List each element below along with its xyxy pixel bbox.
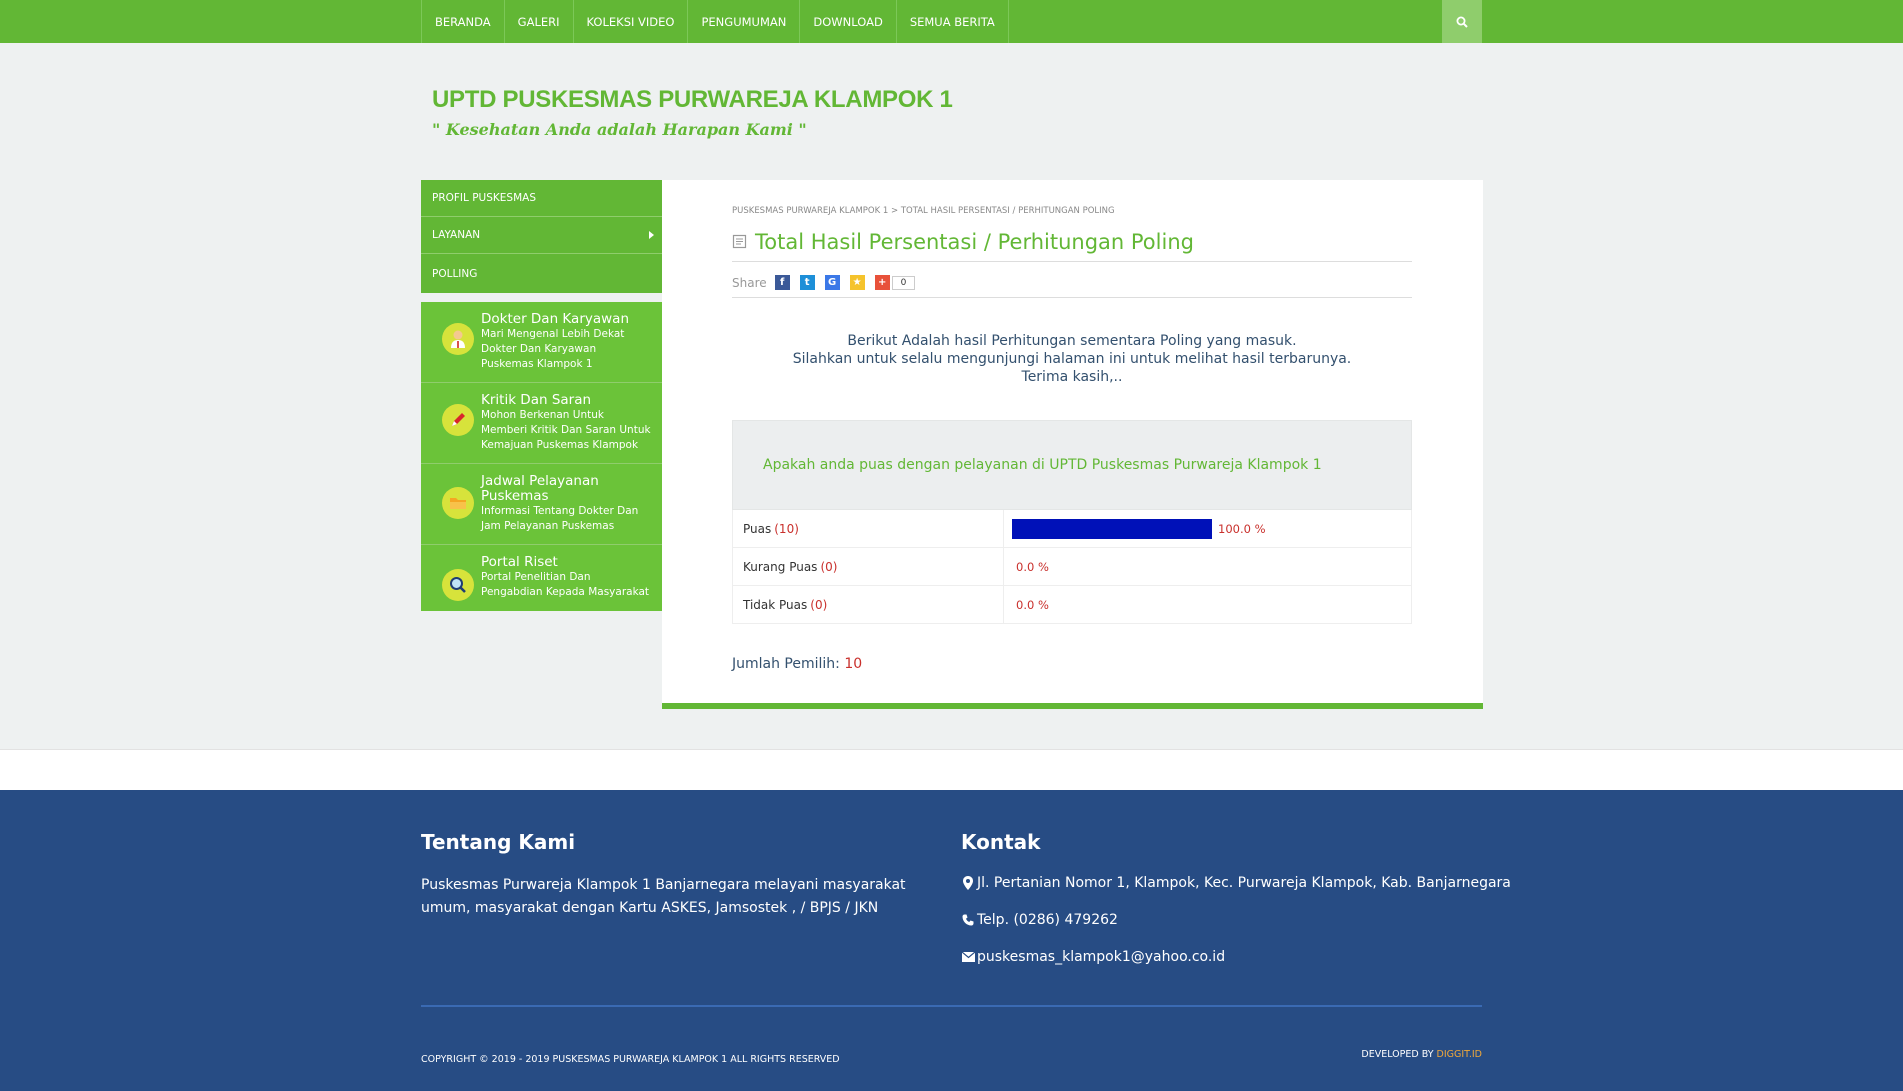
copyright: COPYRIGHT © 2019 - 2019 PUSKESMAS PURWAR… [421,1054,840,1065]
site-tagline: " Kesehatan Anda adalah Harapan Kami " [432,120,807,139]
poll-option-count: (0) [810,597,828,612]
about-text: Puskesmas Purwareja Klampok 1 Banjarnega… [421,877,906,916]
poll-value: 0.0 % [1004,586,1411,623]
favorite-star-icon[interactable]: ★ [849,275,865,290]
poll-row: Tidak Puas (0) 0.0 % [732,586,1412,624]
developed-by: DEVELOPED BY DIGGIT.ID [1361,1049,1482,1060]
share-count: 0 [891,275,916,290]
sidebar-item-profil-puskesmas[interactable]: PROFIL PUSKESMAS [421,180,662,217]
nav-item-pengumuman[interactable]: PENGUMUMAN [688,0,801,43]
share-bar: Share f t G ★ + 0 [732,268,1412,298]
contact-title: Kontak [961,830,1041,854]
document-icon [732,234,747,249]
poll-value: 100.0 % [1004,510,1411,547]
page-title-text: Total Hasil Persentasi / Perhitungan Pol… [755,229,1194,254]
poll-option: Tidak Puas (0) [733,586,1004,623]
poll-row: Puas (10) 100.0 % [732,510,1412,548]
doctor-icon [442,323,474,355]
footer-spacer [0,749,1903,790]
sidebar-item-layanan[interactable]: LAYANAN [421,217,662,254]
poll-option-label: Puas [743,521,772,536]
card-desc: Mohon Berkenan Untuk Memberi Kritik Dan … [481,409,651,451]
poll-row: Kurang Puas (0) 0.0 % [732,548,1412,586]
share-label: Share [732,275,767,290]
card-portal-riset[interactable]: Portal Riset Portal Penelitian Dan Penga… [421,545,662,611]
nav-item-koleksi-video[interactable]: KOLEKSI VIDEO [574,0,689,43]
card-title: Dokter Dan Karyawan [481,311,629,327]
voter-total: Jumlah Pemilih: 10 [732,656,862,672]
breadcrumb[interactable]: PUSKESMAS PURWAREJA KLAMPOK 1 > TOTAL HA… [732,206,1115,216]
card-title: Portal Riset [481,554,558,570]
nav-item-semua-berita[interactable]: SEMUA BERITA [897,0,1009,43]
envelope-icon [961,950,975,964]
caret-right-icon [649,231,654,239]
poll-question: Apakah anda puas dengan pelayanan di UPT… [732,420,1412,510]
contact-phone: Telp. (0286) 479262 [961,912,1118,928]
poll-option-label: Tidak Puas [743,597,808,612]
google-icon[interactable]: G [824,275,840,290]
sidebar-item-label: POLLING [432,267,478,280]
contact-phone-text: Telp. (0286) 479262 [977,912,1118,928]
pencil-icon [442,404,474,436]
card-desc: Informasi Tentang Dokter Dan Jam Pelayan… [481,505,639,532]
sidebar-item-label: LAYANAN [432,229,481,241]
main-content: PUSKESMAS PURWAREJA KLAMPOK 1 > TOTAL HA… [662,180,1483,709]
footer-divider [421,1005,1482,1007]
developed-by-label: DEVELOPED BY [1361,1049,1434,1060]
card-jadwal-pelayanan[interactable]: Jadwal Pelayanan Puskemas Informasi Tent… [421,464,662,545]
poll-intro: Berikut Adalah hasil Perhitungan sementa… [732,332,1412,386]
card-title: Kritik Dan Saran [481,392,592,408]
main-nav: BERANDA GALERI KOLEKSI VIDEO PENGUMUMAN … [421,0,1009,43]
poll-percent: 0.0 % [1016,559,1049,574]
nav-item-galeri[interactable]: GALERI [505,0,574,43]
about-title: Tentang Kami [421,830,576,854]
poll-option-label: Kurang Puas [743,559,818,574]
site-footer: Tentang Kami Puskesmas Purwareja Klampok… [0,790,1903,1091]
sidebar-item-polling[interactable]: POLLING [421,254,662,293]
poll-results-table: Apakah anda puas dengan pelayanan di UPT… [732,420,1412,624]
contact-address-text: Jl. Pertanian Nomor 1, Klampok, Kec. Pur… [977,875,1511,891]
phone-icon [961,913,975,927]
poll-option: Puas (10) [733,510,1004,547]
intro-line: Silahkan untuk selalu mengunjungi halama… [792,351,1352,367]
page-title: Total Hasil Persentasi / Perhitungan Pol… [732,222,1412,262]
poll-option-count: (0) [820,559,838,574]
card-desc: Mari Mengenal Lebih Dekat Dokter Dan Kar… [481,328,625,370]
poll-bar [1012,518,1212,539]
search-button[interactable] [1442,0,1482,43]
contact-address: Jl. Pertanian Nomor 1, Klampok, Kec. Pur… [961,875,1511,891]
magnifier-icon [442,569,474,601]
contact-email: puskesmas_klampok1@yahoo.co.id [961,949,1225,965]
sidebar-cards: Dokter Dan Karyawan Mari Mengenal Lebih … [421,302,662,611]
contact-email-text[interactable]: puskesmas_klampok1@yahoo.co.id [977,949,1225,965]
facebook-icon[interactable]: f [774,275,790,290]
site-title[interactable]: UPTD PUSKESMAS PURWAREJA KLAMPOK 1 [432,86,953,114]
twitter-icon[interactable]: t [799,275,815,290]
developer-link[interactable]: DIGGIT.ID [1437,1049,1482,1060]
map-marker-icon [961,876,975,890]
poll-option: Kurang Puas (0) [733,548,1004,585]
card-desc: Portal Penelitian Dan Pengabdian Kepada … [481,571,650,598]
poll-percent: 100.0 % [1218,521,1266,536]
card-kritik-saran[interactable]: Kritik Dan Saran Mohon Berkenan Untuk Me… [421,383,662,464]
card-title: Jadwal Pelayanan Puskemas [481,473,599,504]
intro-line: Berikut Adalah hasil Perhitungan sementa… [847,333,1297,349]
poll-value: 0.0 % [1004,548,1411,585]
sidebar-item-label: PROFIL PUSKESMAS [432,192,536,204]
addthis-plus-icon[interactable]: + [874,275,890,290]
poll-option-count: (10) [774,521,799,536]
nav-item-beranda[interactable]: BERANDA [422,0,505,43]
intro-line: Terima kasih,.. [1021,369,1123,385]
poll-percent: 0.0 % [1016,597,1049,612]
voter-total-count: 10 [844,656,863,672]
sidebar-menu: PROFIL PUSKESMAS LAYANAN POLLING [421,180,662,293]
top-navbar: BERANDA GALERI KOLEKSI VIDEO PENGUMUMAN … [0,0,1903,43]
poll-bar-track [1012,518,1212,539]
card-dokter-karyawan[interactable]: Dokter Dan Karyawan Mari Mengenal Lebih … [421,302,662,383]
folder-icon [442,487,474,519]
search-icon [1456,16,1468,28]
nav-item-download[interactable]: DOWNLOAD [800,0,897,43]
voter-total-label: Jumlah Pemilih: [732,656,840,672]
